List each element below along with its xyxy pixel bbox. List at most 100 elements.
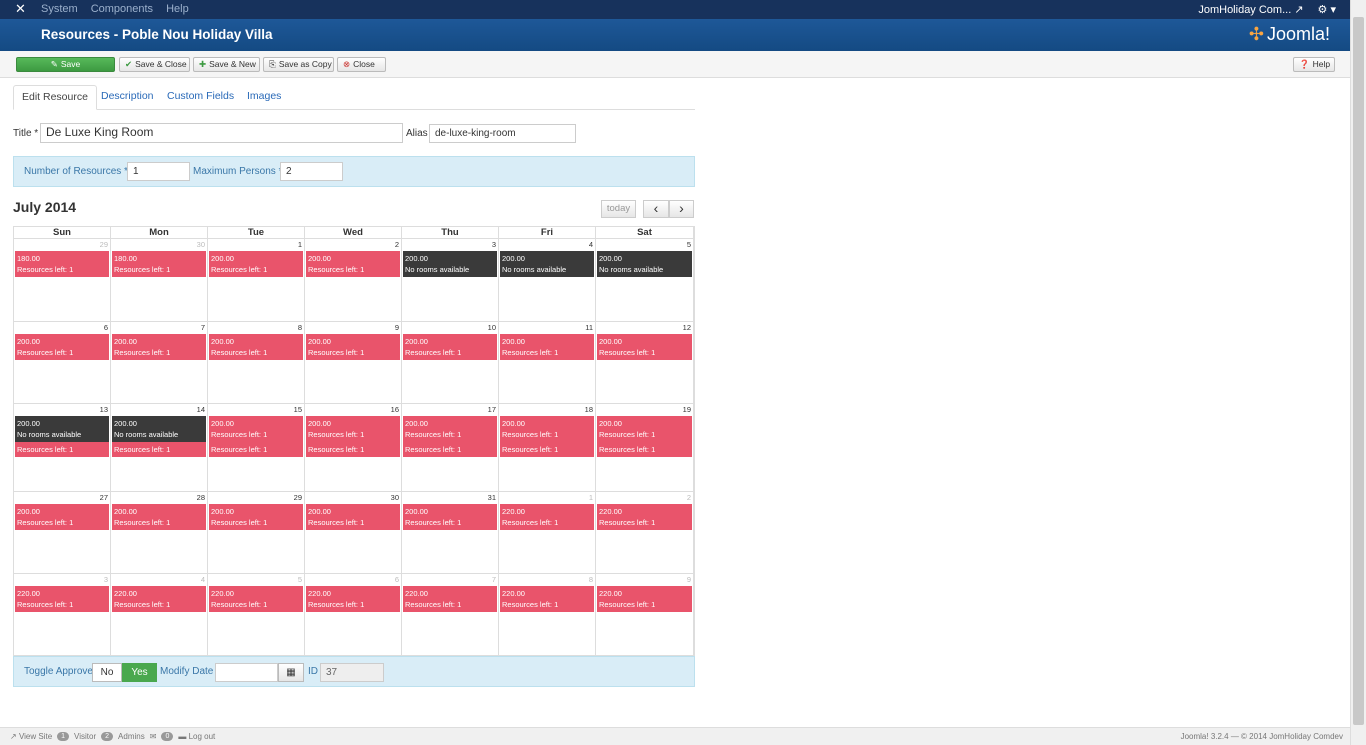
calendar-event[interactable]: 220.00 Resources left: 1 [112,586,206,612]
calendar-day-cell[interactable]: 9 220.00 Resources left: 1 [596,574,694,656]
calendar-day-cell[interactable]: 30 180.00 Resources left: 1 [111,239,208,322]
calendar-icon[interactable]: ▦ [278,663,304,682]
tab-custom-fields[interactable]: Custom Fields [159,85,242,110]
calendar-event[interactable]: 200.00 No rooms available [403,251,497,277]
calendar-day-cell[interactable]: 5 200.00 No rooms available [596,239,694,322]
envelope-icon[interactable]: ✉ [150,732,157,741]
calendar-event[interactable]: 200.00 Resources left: 1 [15,334,109,360]
calendar-day-cell[interactable]: 18 200.00 Resources left: 1 Resources left:… [499,404,596,492]
gear-icon[interactable]: ⚙ ▾ [1318,3,1336,16]
calendar-day-cell[interactable]: 17 200.00 Resources left: 1 Resources left:… [402,404,499,492]
calendar-day-cell[interactable]: 30 200.00 Resources left: 1 [305,492,402,574]
calendar-event[interactable]: Resources left: 1 [597,442,692,457]
calendar-event[interactable]: Resources left: 1 [306,442,400,457]
calendar-day-cell[interactable]: 6 220.00 Resources left: 1 [305,574,402,656]
calendar-event[interactable]: 200.00 Resources left: 1 [403,504,497,530]
calendar-day-cell[interactable]: 14 200.00 No rooms available Resources left… [111,404,208,492]
calendar-day-cell[interactable]: 5 220.00 Resources left: 1 [208,574,305,656]
calendar-day-cell[interactable]: 11 200.00 Resources left: 1 [499,322,596,404]
calendar-event[interactable]: 200.00 Resources left: 1 [597,416,692,442]
max-persons-input[interactable]: 2 [280,162,343,181]
next-month-button[interactable]: › [669,200,694,218]
calendar-event[interactable]: 200.00 Resources left: 1 [209,334,303,360]
calendar-day-cell[interactable]: 7 220.00 Resources left: 1 [402,574,499,656]
calendar-event[interactable]: 220.00 Resources left: 1 [15,586,109,612]
calendar-event[interactable]: 220.00 Resources left: 1 [500,504,594,530]
calendar-event[interactable]: 200.00 Resources left: 1 [209,504,303,530]
close-button[interactable]: ⊗ Close [337,57,386,72]
help-button[interactable]: ❓ Help [1293,57,1335,72]
calendar-day-cell[interactable]: 4 200.00 No rooms available [499,239,596,322]
calendar-day-cell[interactable]: 2 220.00 Resources left: 1 [596,492,694,574]
view-site-link[interactable]: ↗ View Site [10,732,52,741]
calendar-day-cell[interactable]: 28 200.00 Resources left: 1 [111,492,208,574]
calendar-event[interactable]: Resources left: 1 [500,442,594,457]
calendar-event[interactable]: 220.00 Resources left: 1 [306,586,400,612]
calendar-day-cell[interactable]: 3 200.00 No rooms available [402,239,499,322]
calendar-event[interactable]: 200.00 No rooms available [500,251,594,277]
calendar-event[interactable]: 200.00 Resources left: 1 [306,416,400,442]
calendar-day-cell[interactable]: 7 200.00 Resources left: 1 [111,322,208,404]
calendar-event[interactable]: 200.00 Resources left: 1 [597,334,692,360]
calendar-day-cell[interactable]: 27 200.00 Resources left: 1 [14,492,111,574]
tab-description[interactable]: Description [93,85,162,110]
logout-link[interactable]: ▬ Log out [178,732,215,741]
calendar-day-cell[interactable]: 16 200.00 Resources left: 1 Resources left:… [305,404,402,492]
calendar-event[interactable]: 200.00 Resources left: 1 [403,334,497,360]
calendar-day-cell[interactable]: 9 200.00 Resources left: 1 [305,322,402,404]
calendar-event[interactable]: Resources left: 1 [112,442,206,457]
calendar-day-cell[interactable]: 29 200.00 Resources left: 1 [208,492,305,574]
calendar-event[interactable]: 200.00 No rooms available [15,416,109,442]
calendar-day-cell[interactable]: 6 200.00 Resources left: 1 [14,322,111,404]
joomla-x-icon[interactable]: ✕ [15,2,29,16]
calendar-event[interactable]: 200.00 Resources left: 1 [112,504,206,530]
calendar-event[interactable]: 220.00 Resources left: 1 [209,586,303,612]
menu-help[interactable]: Help [166,3,189,15]
calendar-day-cell[interactable]: 1 220.00 Resources left: 1 [499,492,596,574]
num-resources-input[interactable]: 1 [127,162,190,181]
save-copy-button[interactable]: ⎘ Save as Copy [263,57,334,72]
calendar-day-cell[interactable]: 29 180.00 Resources left: 1 [14,239,111,322]
calendar-event[interactable]: 220.00 Resources left: 1 [597,586,692,612]
site-link[interactable]: JomHoliday Com... ↗ [1198,3,1303,16]
calendar-day-cell[interactable]: 8 200.00 Resources left: 1 [208,322,305,404]
calendar-day-cell[interactable]: 4 220.00 Resources left: 1 [111,574,208,656]
scrollbar[interactable] [1350,0,1366,745]
calendar-day-cell[interactable]: 2 200.00 Resources left: 1 [305,239,402,322]
calendar-event[interactable]: 180.00 Resources left: 1 [112,251,206,277]
save-button[interactable]: ✎ Save [16,57,115,72]
calendar-event[interactable]: Resources left: 1 [209,442,303,457]
alias-input[interactable]: de-luxe-king-room [429,124,576,143]
calendar-event[interactable]: 220.00 Resources left: 1 [597,504,692,530]
calendar-event[interactable]: 200.00 Resources left: 1 [306,334,400,360]
menu-components[interactable]: Components [91,3,153,15]
calendar-day-cell[interactable]: 31 200.00 Resources left: 1 [402,492,499,574]
calendar-day-cell[interactable]: 8 220.00 Resources left: 1 [499,574,596,656]
calendar-day-cell[interactable]: 15 200.00 Resources left: 1 Resources left:… [208,404,305,492]
prev-month-button[interactable]: ‹ [643,200,669,218]
calendar-day-cell[interactable]: 13 200.00 No rooms available Resources left… [14,404,111,492]
calendar-event[interactable]: 200.00 Resources left: 1 [112,334,206,360]
calendar-event[interactable]: 200.00 No rooms available [597,251,692,277]
calendar-day-cell[interactable]: 3 220.00 Resources left: 1 [14,574,111,656]
calendar-event[interactable]: 200.00 Resources left: 1 [209,416,303,442]
approve-no-button[interactable]: No [92,663,122,682]
calendar-event[interactable]: 200.00 Resources left: 1 [306,251,400,277]
calendar-event[interactable]: 200.00 Resources left: 1 [500,416,594,442]
calendar-event[interactable]: 200.00 No rooms available [112,416,206,442]
calendar-event[interactable]: 200.00 Resources left: 1 [15,504,109,530]
save-new-button[interactable]: ✚ Save & New [193,57,260,72]
calendar-event[interactable]: Resources left: 1 [15,442,109,457]
calendar-event[interactable]: 200.00 Resources left: 1 [209,251,303,277]
approve-yes-button[interactable]: Yes [122,663,157,682]
title-input[interactable]: De Luxe King Room [40,123,403,143]
tab-images[interactable]: Images [239,85,289,110]
modify-date-input[interactable] [215,663,278,682]
calendar-event[interactable]: 200.00 Resources left: 1 [306,504,400,530]
calendar-event[interactable]: 180.00 Resources left: 1 [15,251,109,277]
calendar-day-cell[interactable]: 12 200.00 Resources left: 1 [596,322,694,404]
calendar-event[interactable]: 200.00 Resources left: 1 [500,334,594,360]
calendar-day-cell[interactable]: 10 200.00 Resources left: 1 [402,322,499,404]
calendar-event[interactable]: 220.00 Resources left: 1 [403,586,497,612]
today-button[interactable]: today [601,200,636,218]
